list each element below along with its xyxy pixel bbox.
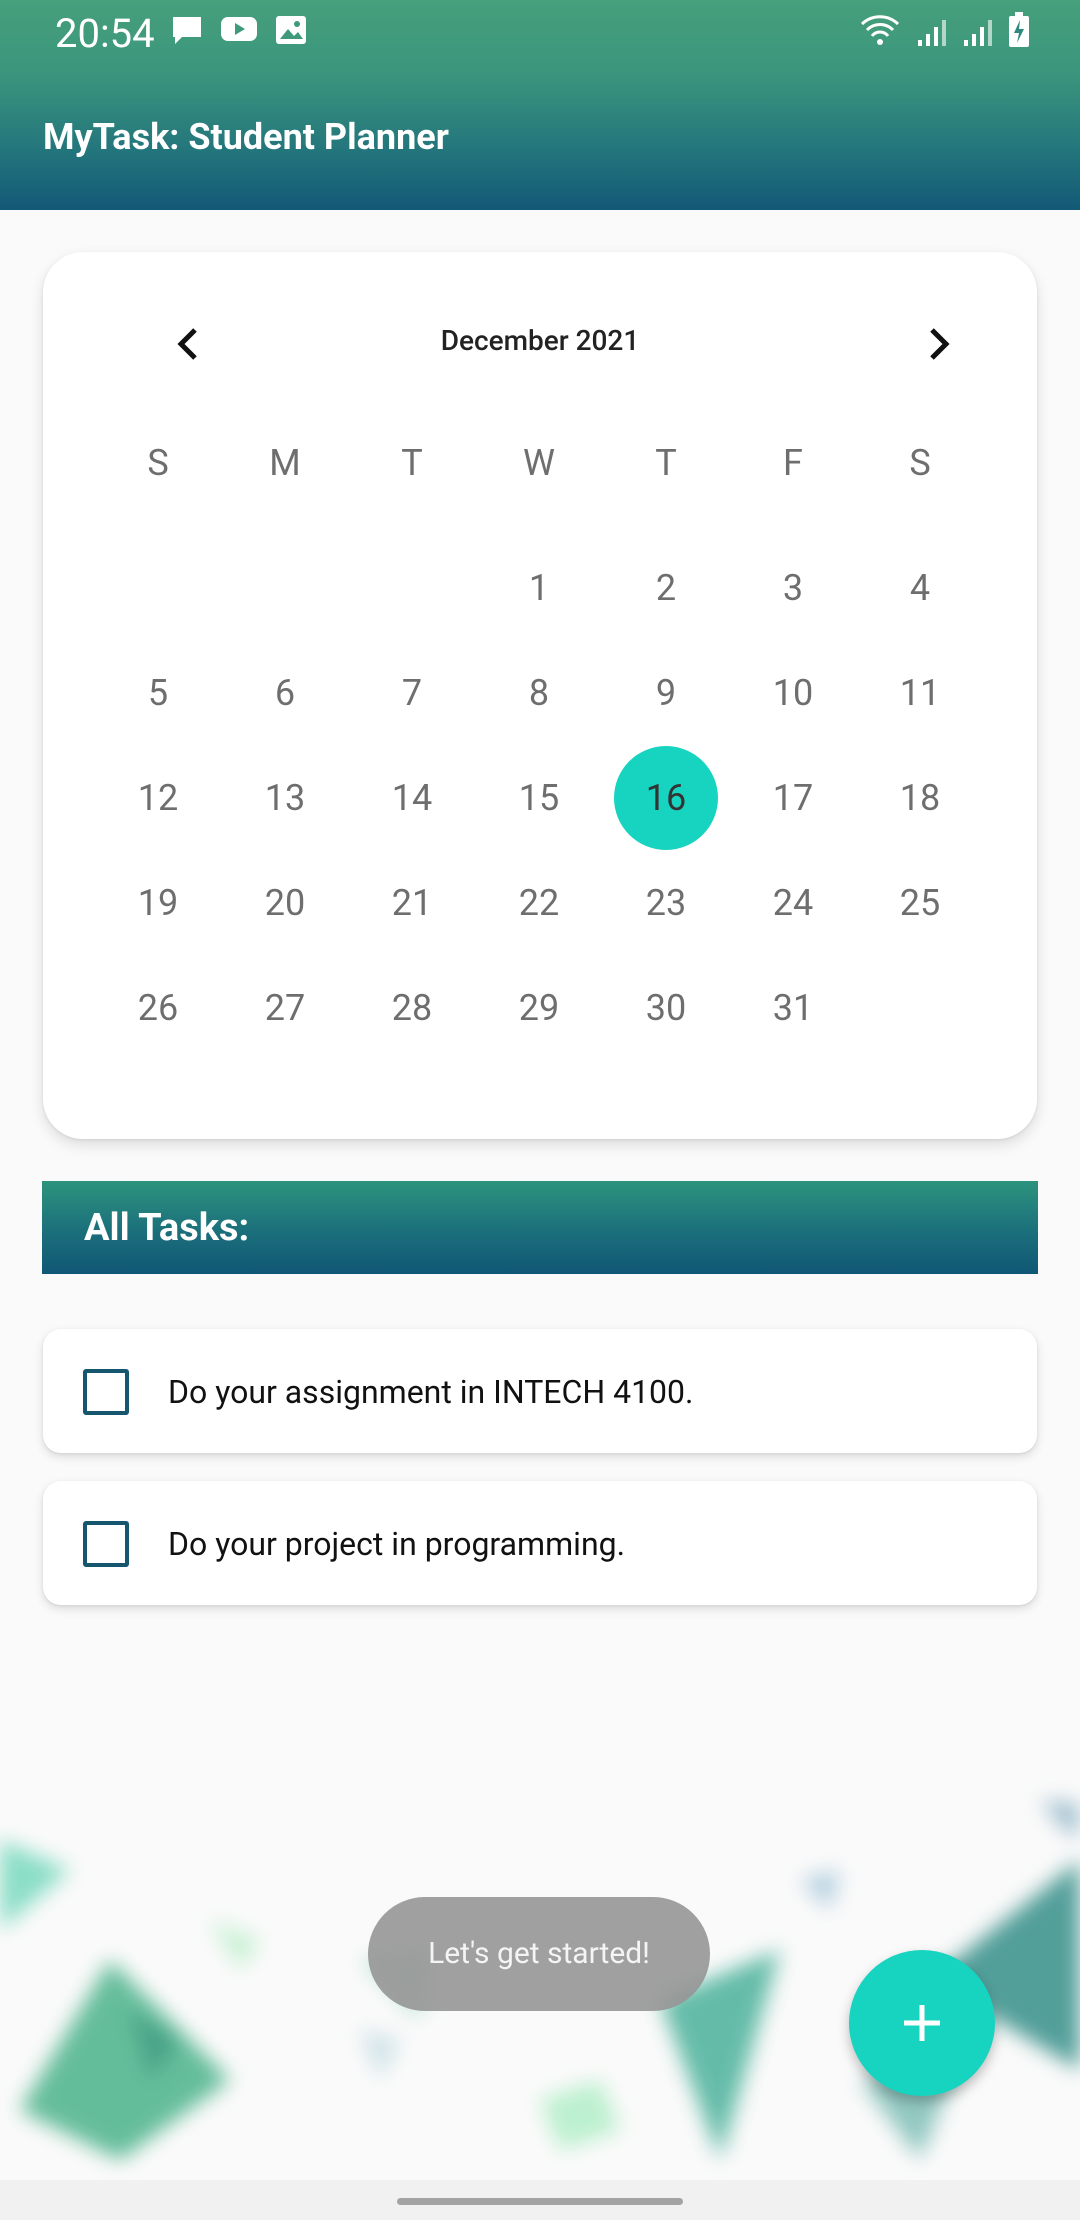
wifi-icon xyxy=(858,12,902,52)
calendar-day[interactable]: 26 xyxy=(106,956,210,1060)
calendar-day-empty xyxy=(106,536,210,640)
toast-message: Let's get started! xyxy=(368,1897,710,2011)
weekday-label: F xyxy=(783,442,803,484)
calendar-day[interactable]: 11 xyxy=(868,641,972,745)
calendar-day[interactable]: 7 xyxy=(360,641,464,745)
weekday-label: T xyxy=(401,442,423,484)
calendar-day[interactable]: 1 xyxy=(487,536,591,640)
calendar-day[interactable]: 30 xyxy=(614,956,718,1060)
calendar-day[interactable]: 10 xyxy=(741,641,845,745)
image-icon xyxy=(274,14,308,50)
task-checkbox[interactable] xyxy=(83,1521,129,1567)
tasks-header-label: All Tasks: xyxy=(84,1206,250,1250)
weekday-label: W xyxy=(523,442,555,484)
youtube-icon xyxy=(220,14,258,50)
calendar-day[interactable]: 14 xyxy=(360,746,464,850)
weekday-label: S xyxy=(147,442,169,484)
signal-icon-2 xyxy=(962,16,994,52)
calendar-day[interactable]: 4 xyxy=(868,536,972,640)
calendar-day[interactable]: 8 xyxy=(487,641,591,745)
calendar-day[interactable]: 24 xyxy=(741,851,845,955)
calendar-day-empty xyxy=(360,536,464,640)
calendar-day[interactable]: 12 xyxy=(106,746,210,850)
tasks-section-header: All Tasks: xyxy=(42,1181,1038,1274)
task-item[interactable]: Do your project in programming. xyxy=(43,1481,1037,1605)
calendar-day[interactable]: 15 xyxy=(487,746,591,850)
task-checkbox[interactable] xyxy=(83,1369,129,1415)
add-task-button[interactable] xyxy=(849,1950,995,2096)
app-header: 20:54 MyTask: Student Planner xyxy=(0,0,1080,210)
system-navigation-bar xyxy=(0,2180,1080,2220)
weekday-label: S xyxy=(909,442,931,484)
calendar-day[interactable]: 3 xyxy=(741,536,845,640)
status-time: 20:54 xyxy=(55,10,155,57)
calendar-day[interactable]: 2 xyxy=(614,536,718,640)
system-icons xyxy=(858,12,1030,52)
calendar-day[interactable]: 25 xyxy=(868,851,972,955)
calendar-day[interactable]: 23 xyxy=(614,851,718,955)
calendar-day[interactable]: 31 xyxy=(741,956,845,1060)
next-month-button[interactable] xyxy=(909,314,969,374)
weekday-label: M xyxy=(269,442,301,484)
calendar-card: December 2021 S M T W T F S 1 2 3 4 5 6 … xyxy=(43,252,1037,1139)
weekday-label: T xyxy=(655,442,677,484)
calendar-day-empty xyxy=(868,956,972,1060)
home-gesture-bar[interactable] xyxy=(397,2198,683,2205)
chevron-right-icon xyxy=(930,328,950,360)
calendar-day[interactable]: 13 xyxy=(233,746,337,850)
calendar-day-empty xyxy=(233,536,337,640)
calendar-day[interactable]: 17 xyxy=(741,746,845,850)
month-label: December 2021 xyxy=(440,324,640,357)
calendar-day[interactable]: 6 xyxy=(233,641,337,745)
calendar-day[interactable]: 18 xyxy=(868,746,972,850)
weekday-header-row: S M T W T F S xyxy=(43,442,1037,492)
calendar-day[interactable]: 19 xyxy=(106,851,210,955)
app-title: MyTask: Student Planner xyxy=(43,116,449,158)
task-item[interactable]: Do your assignment in INTECH 4100. xyxy=(43,1329,1037,1453)
calendar-day[interactable]: 29 xyxy=(487,956,591,1060)
calendar-day[interactable]: 5 xyxy=(106,641,210,745)
calendar-day[interactable]: 21 xyxy=(360,851,464,955)
task-text: Do your project in programming. xyxy=(168,1525,626,1563)
status-bar: 20:54 xyxy=(0,0,1080,62)
calendar-day[interactable]: 27 xyxy=(233,956,337,1060)
task-text: Do your assignment in INTECH 4100. xyxy=(168,1373,694,1411)
message-icon xyxy=(170,14,204,50)
notification-icons xyxy=(170,14,308,50)
calendar-day[interactable]: 9 xyxy=(614,641,718,745)
battery-charging-icon xyxy=(1008,12,1030,52)
calendar-day[interactable]: 22 xyxy=(487,851,591,955)
calendar-day[interactable]: 20 xyxy=(233,851,337,955)
plus-icon xyxy=(904,2005,940,2041)
calendar-day-selected[interactable]: 16 xyxy=(614,746,718,850)
calendar-day[interactable]: 28 xyxy=(360,956,464,1060)
signal-icon-1 xyxy=(916,16,948,52)
